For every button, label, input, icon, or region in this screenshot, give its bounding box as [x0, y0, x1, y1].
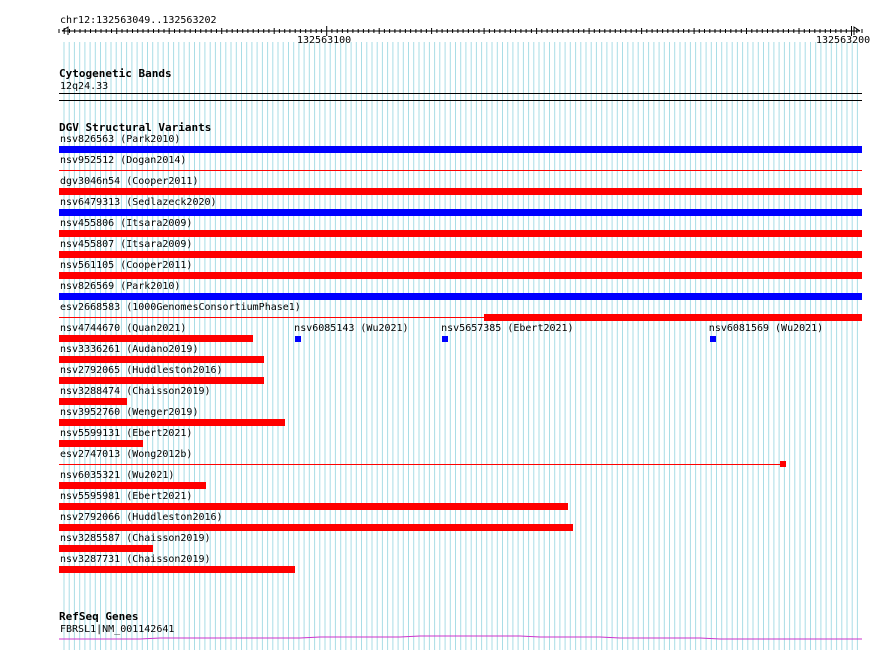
variant-bar[interactable]	[59, 440, 143, 447]
variant-label: nsv826569 (Park2010)	[60, 281, 181, 292]
variant-label: esv2668583 (1000GenomesConsortiumPhase1)	[60, 302, 301, 313]
region-label: chr12:132563049..132563202	[60, 15, 217, 26]
ruler-tick-label-132563200: 132563200	[816, 35, 871, 46]
variant-label: nsv2792065 (Huddleston2016)	[60, 365, 223, 376]
variant-label: nsv5657385 (Ebert2021)	[441, 323, 574, 334]
ruler-tick-label-132563100: 132563100	[297, 35, 352, 46]
variant-thin-bar[interactable]	[59, 170, 862, 171]
cytoband-line[interactable]	[59, 93, 862, 94]
variant-label: esv2747013 (Wong2012b)	[60, 449, 193, 460]
variant-bar[interactable]	[59, 566, 296, 573]
track-divider	[59, 100, 862, 101]
variant-label: nsv6035321 (Wu2021)	[60, 470, 175, 481]
variant-bar[interactable]	[59, 377, 264, 384]
variant-label: nsv455806 (Itsara2009)	[60, 218, 193, 229]
variant-bar[interactable]	[59, 503, 569, 510]
variant-label: nsv561105 (Cooper2011)	[60, 260, 193, 271]
cytoband-label: 12q24.33	[60, 81, 109, 92]
variant-label: nsv5595981 (Ebert2021)	[60, 491, 193, 502]
variant-label: nsv4744670 (Quan2021)	[60, 323, 187, 334]
variant-bar[interactable]	[59, 272, 862, 279]
variant-label: nsv3288474 (Chaisson2019)	[60, 386, 211, 397]
refseq-gene-line[interactable]	[0, 630, 890, 650]
variant-point-marker[interactable]	[709, 336, 716, 342]
variant-bar[interactable]	[59, 335, 254, 342]
variant-bar[interactable]	[59, 188, 862, 195]
variant-bar[interactable]	[59, 398, 128, 405]
variant-bar[interactable]	[59, 146, 862, 153]
variant-end-box[interactable]	[780, 461, 787, 467]
variant-label: nsv3952760 (Wenger2019)	[60, 407, 199, 418]
variant-thin-bar[interactable]	[59, 464, 784, 465]
variant-label: nsv5599131 (Ebert2021)	[60, 428, 193, 439]
variant-bar[interactable]	[59, 482, 206, 489]
variant-bar[interactable]	[59, 293, 862, 300]
variant-bar[interactable]	[59, 230, 862, 237]
variant-bar[interactable]	[59, 524, 574, 531]
variant-label: nsv455807 (Itsara2009)	[60, 239, 193, 250]
variant-label: nsv6085143 (Wu2021)	[294, 323, 409, 334]
variant-label: nsv3336261 (Audano2019)	[60, 344, 199, 355]
variant-label: nsv3287731 (Chaisson2019)	[60, 554, 211, 565]
variant-bar[interactable]	[59, 545, 154, 552]
variant-bar[interactable]	[484, 314, 862, 321]
dgv-track-title: DGV Structural Variants	[59, 121, 212, 134]
variant-bar[interactable]	[59, 356, 264, 363]
variant-label: nsv826563 (Park2010)	[60, 134, 181, 145]
variant-label: dgv3046n54 (Cooper2011)	[60, 176, 199, 187]
variant-label: nsv6081569 (Wu2021)	[708, 323, 824, 334]
variant-point-marker[interactable]	[442, 336, 449, 342]
variant-bar[interactable]	[59, 209, 862, 216]
variant-label: nsv6479313 (Sedlazeck2020)	[60, 197, 217, 208]
variant-point-marker[interactable]	[295, 336, 302, 342]
variant-label: nsv952512 (Dogan2014)	[60, 155, 187, 166]
refseq-track-title: RefSeq Genes	[59, 610, 139, 623]
variant-bar[interactable]	[59, 251, 862, 258]
variant-label: nsv2792066 (Huddleston2016)	[60, 512, 223, 523]
variant-label: nsv3285587 (Chaisson2019)	[60, 533, 211, 544]
cytoband-track-title: Cytogenetic Bands	[59, 67, 172, 80]
variant-bar[interactable]	[59, 419, 285, 426]
